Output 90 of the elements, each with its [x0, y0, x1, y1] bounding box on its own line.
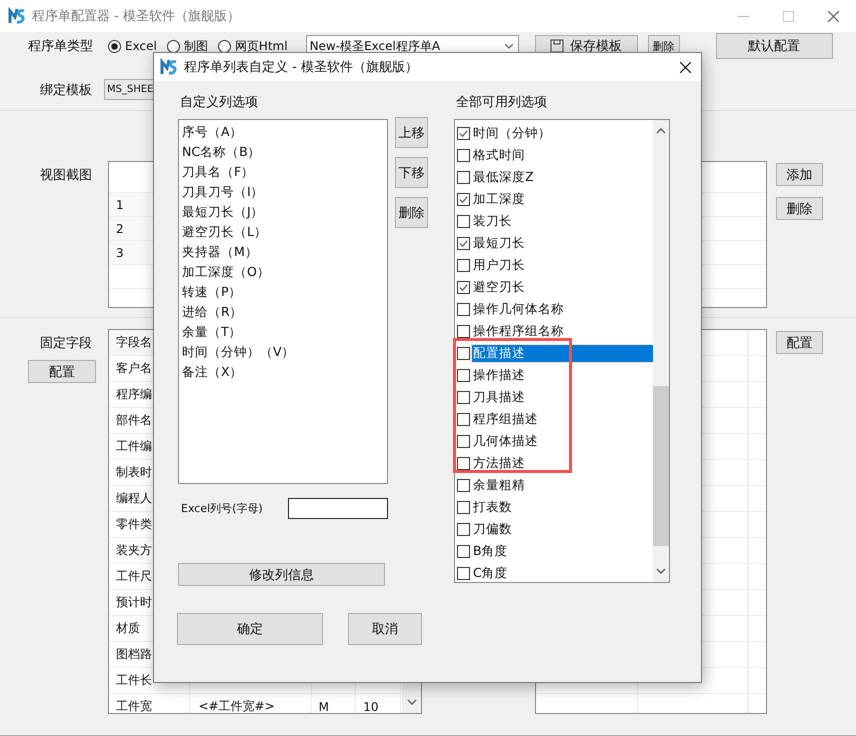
checkbox[interactable]: [457, 544, 470, 558]
dialog-title: 程序单列表自定义 - 模圣软件（旗舰版）: [184, 59, 418, 76]
list-item[interactable]: 程序组描述: [472, 410, 539, 428]
checkbox[interactable]: [457, 566, 470, 580]
checkbox[interactable]: [457, 346, 470, 360]
available-columns-label: 全部可用列选项: [456, 94, 548, 111]
list-item[interactable]: 操作描述: [472, 366, 526, 384]
table-cell: M: [312, 694, 356, 713]
row-number: 1: [109, 193, 150, 216]
list-item[interactable]: 刀具描述: [472, 388, 526, 406]
list-item[interactable]: 转速（P）: [179, 282, 387, 302]
ok-button[interactable]: 确定: [177, 613, 323, 645]
delete-button[interactable]: 删除: [395, 197, 428, 228]
list-item[interactable]: 加工深度: [472, 190, 526, 208]
scroll-down-icon[interactable]: [406, 699, 416, 705]
list-item[interactable]: 最短刀长: [472, 234, 526, 252]
type-label: 程序单类型: [28, 38, 94, 55]
list-item[interactable]: NC名称（B）: [179, 142, 387, 162]
checkbox[interactable]: [457, 236, 470, 250]
scroll-up-icon[interactable]: [656, 128, 666, 134]
scrollbar[interactable]: [653, 120, 669, 582]
close-icon[interactable]: [680, 62, 691, 72]
delete-button[interactable]: 删除: [776, 197, 823, 220]
cancel-button[interactable]: 取消: [348, 613, 422, 645]
list-item[interactable]: 避空刃长（L）: [179, 222, 387, 242]
caret-icon: [504, 44, 513, 48]
list-item[interactable]: 最低深度Z: [472, 168, 535, 186]
list-item[interactable]: 打表数: [472, 498, 513, 516]
checkbox[interactable]: [457, 170, 470, 184]
list-item[interactable]: 避空刃长: [472, 278, 526, 296]
list-item[interactable]: 序号（A）: [179, 122, 387, 142]
table-cell: 10: [356, 694, 402, 713]
checkbox[interactable]: [457, 192, 470, 206]
default-config-button[interactable]: 默认配置: [716, 33, 833, 59]
checkbox[interactable]: [457, 412, 470, 426]
scroll-down-icon[interactable]: [656, 568, 666, 574]
checkbox[interactable]: [457, 280, 470, 294]
list-item[interactable]: 方法描述: [472, 454, 526, 472]
checkbox[interactable]: [457, 434, 470, 448]
add-button[interactable]: 添加: [776, 163, 823, 186]
list-item[interactable]: 格式时间: [472, 146, 526, 164]
list-item[interactable]: 配置描述: [472, 344, 653, 362]
app-logo-icon: [8, 7, 26, 25]
checkbox[interactable]: [457, 148, 470, 162]
row-number: 3: [109, 241, 150, 264]
list-item[interactable]: 几何体描述: [472, 432, 539, 450]
config-button[interactable]: 配置: [28, 360, 96, 383]
checkbox[interactable]: [457, 500, 470, 514]
checkbox[interactable]: [457, 522, 470, 536]
list-item[interactable]: 刀偏数: [472, 520, 513, 538]
list-item[interactable]: 刀具名（F）: [179, 162, 387, 182]
list-item[interactable]: 余量粗精: [472, 476, 526, 494]
window-title: 程序单配置器 - 模圣软件（旗舰版）: [32, 8, 240, 25]
table-cell: <#工件宽#>: [190, 694, 312, 713]
checkbox[interactable]: [457, 126, 470, 140]
list-item[interactable]: 时间（分钟）: [472, 124, 552, 142]
scroll-thumb[interactable]: [653, 386, 669, 546]
list-item[interactable]: 操作几何体名称: [472, 300, 565, 318]
checkbox[interactable]: [457, 214, 470, 228]
list-item[interactable]: 装刀长: [472, 212, 513, 230]
bind-template-label: 绑定模板: [40, 82, 93, 98]
list-item[interactable]: B角度: [472, 542, 509, 560]
move-up-button[interactable]: 上移: [395, 117, 428, 148]
close-icon[interactable]: [828, 10, 839, 22]
checkbox[interactable]: [457, 456, 470, 470]
table-cell: 工件宽: [109, 694, 190, 713]
list-item[interactable]: 加工深度（O）: [179, 262, 387, 282]
view-label: 视图截图: [40, 167, 93, 184]
radio-option[interactable]: Excel: [108, 39, 157, 53]
checkbox[interactable]: [457, 302, 470, 316]
row-number: 2: [109, 217, 150, 240]
modify-column-button[interactable]: 修改列信息: [178, 563, 385, 586]
list-item[interactable]: C角度: [472, 564, 509, 582]
move-down-button[interactable]: 下移: [395, 157, 428, 188]
app-logo-icon: [160, 58, 178, 76]
config-button[interactable]: 配置: [776, 331, 823, 354]
custom-columns-label: 自定义列选项: [180, 94, 259, 111]
list-item[interactable]: 用户刀长: [472, 256, 526, 274]
checkbox[interactable]: [457, 390, 470, 404]
fixed-fields-label: 固定字段: [40, 335, 93, 352]
list-item[interactable]: 夹持器（M）: [179, 242, 387, 262]
checkbox[interactable]: [457, 324, 470, 338]
list-item[interactable]: 操作程序组名称: [472, 322, 565, 340]
list-item[interactable]: 刀具刀号（I）: [179, 182, 387, 202]
checkbox[interactable]: [457, 478, 470, 492]
list-item[interactable]: 最短刀长（J）: [179, 202, 387, 222]
excel-column-field[interactable]: [288, 498, 388, 519]
checkbox[interactable]: [457, 258, 470, 272]
checkbox[interactable]: [457, 368, 470, 382]
list-item[interactable]: 进给（R）: [179, 302, 387, 322]
